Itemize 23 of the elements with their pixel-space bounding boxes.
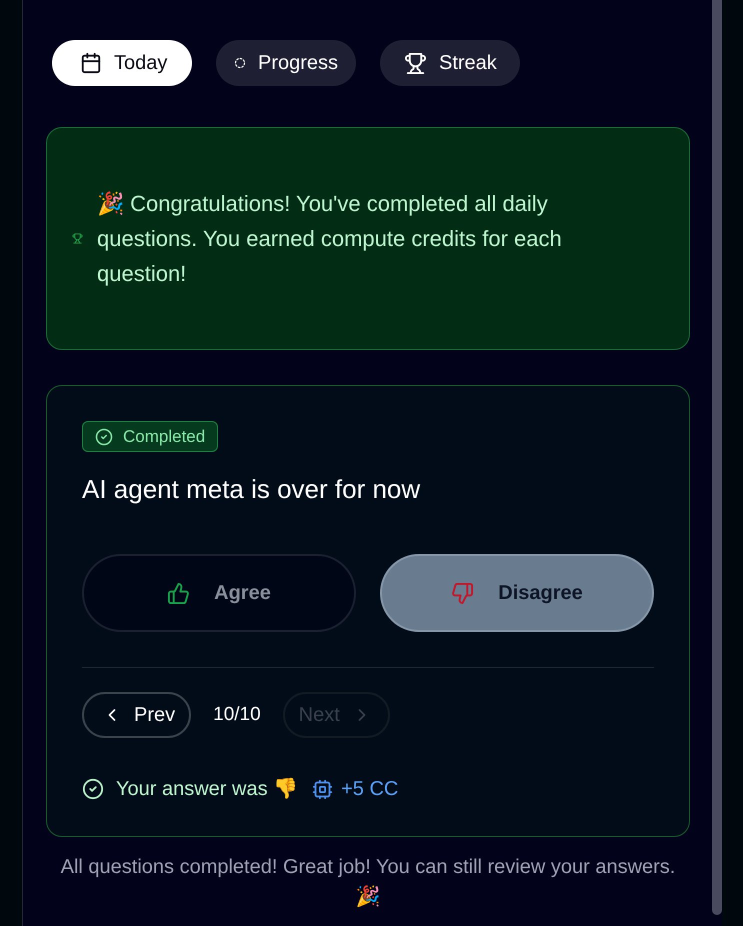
question-counter: 10/10 xyxy=(213,702,261,727)
congratulations-message: 🎉 Congratulations! You've completed all daily questions. You earned compute credits for each question! xyxy=(97,190,563,288)
thumbs-down-icon xyxy=(451,582,474,604)
disagree-button[interactable]: Disagree xyxy=(380,554,654,632)
completed-badge: Completed xyxy=(82,421,218,452)
agree-button[interactable]: Agree xyxy=(82,554,356,632)
tab[interactable]: Today xyxy=(52,40,192,86)
credits-reward: +5 CC xyxy=(341,777,398,802)
trophy-icon xyxy=(72,233,83,244)
completion-note: All questions completed! Great job! You can still review your answers. 🎉 xyxy=(60,855,676,910)
trophy-icon xyxy=(404,52,427,74)
dashed-circle-icon xyxy=(234,57,246,69)
prev-button[interactable]: Prev xyxy=(82,692,192,738)
question-text: AI agent meta is over for now xyxy=(82,473,422,505)
calendar-icon xyxy=(80,52,102,74)
tab[interactable]: Progress xyxy=(216,40,356,86)
check-circle-icon xyxy=(82,778,104,800)
scrollbar-thumb[interactable] xyxy=(712,0,722,915)
cpu-chip-icon xyxy=(312,778,334,800)
check-circle-icon xyxy=(95,428,113,446)
answer-result-text: Your answer was 👎 xyxy=(116,776,298,802)
tab[interactable]: Streak xyxy=(380,40,520,86)
thumbs-up-icon xyxy=(167,582,190,604)
